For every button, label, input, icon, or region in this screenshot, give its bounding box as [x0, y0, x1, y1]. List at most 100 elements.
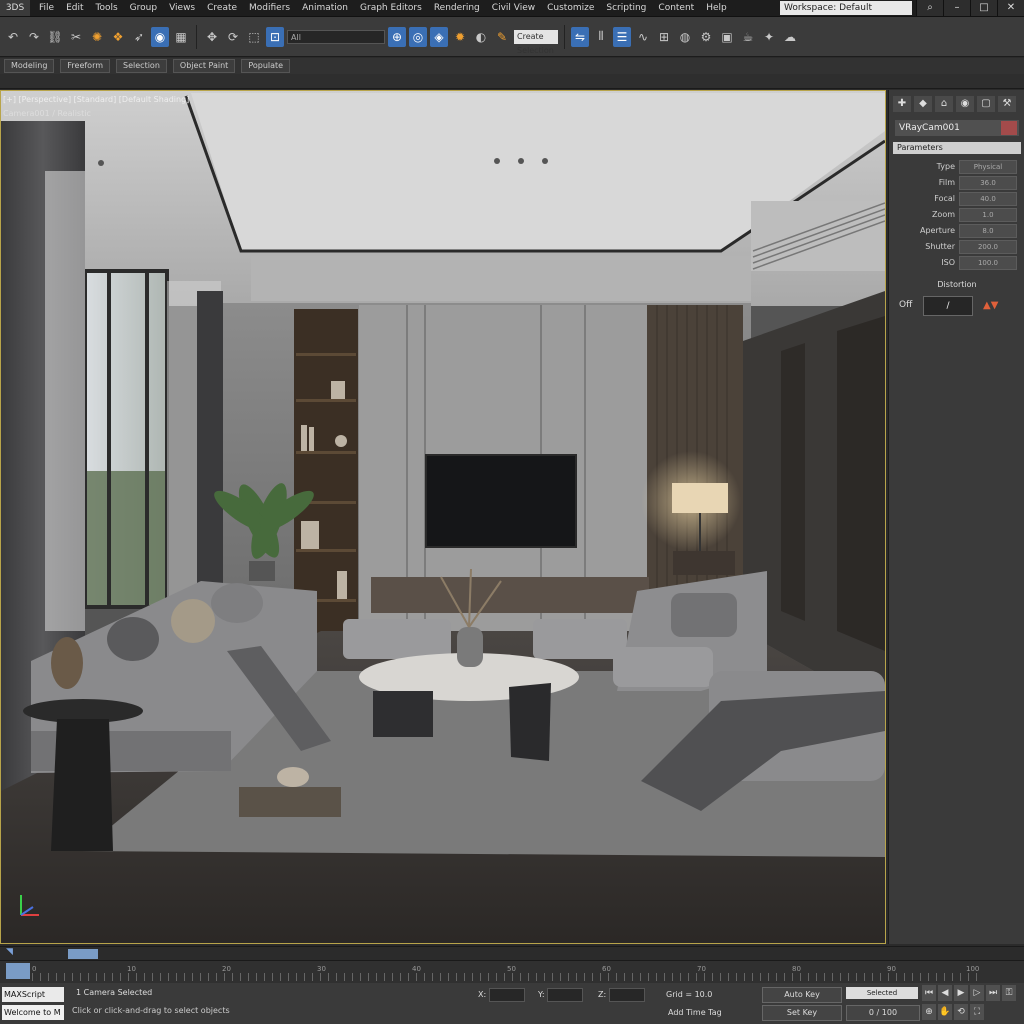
ribbon-tab-freeform[interactable]: Freeform — [60, 59, 111, 73]
set-key-button[interactable]: Set Key — [762, 1005, 842, 1021]
move-icon[interactable]: ✥ — [203, 27, 221, 47]
menu-item-civil-view[interactable]: Civil View — [487, 0, 540, 16]
param-value[interactable]: Physical — [959, 160, 1017, 174]
z-coordinate-field[interactable] — [608, 987, 645, 1002]
schematic-view-icon[interactable]: ⊞ — [655, 27, 673, 47]
hierarchy-icon[interactable]: ⌂ — [935, 96, 953, 112]
selection-filter-dropdown[interactable]: All — [287, 29, 385, 44]
spinner-snap-icon[interactable]: ◐ — [472, 27, 490, 47]
time-slider[interactable]: ◥ — [0, 946, 1024, 961]
mirror-icon[interactable]: ⇋ — [571, 26, 589, 47]
render-setup-icon[interactable]: ⚙ — [697, 27, 715, 47]
rollout-header[interactable]: Parameters — [893, 142, 1021, 154]
current-frame-field[interactable]: 0 / 100 — [846, 1005, 920, 1021]
play-icon[interactable]: ▶ — [954, 985, 968, 1001]
maxscript-mini-listener[interactable]: Welcome to M — [2, 1005, 64, 1020]
spinner-arrows-icon[interactable]: ▲▼ — [983, 300, 998, 311]
bind-space-warp-icon[interactable]: ✺ — [88, 27, 106, 47]
utilities-icon[interactable]: ⚒ — [998, 96, 1016, 112]
redo-icon[interactable]: ↷ — [25, 27, 43, 47]
param-value[interactable]: 200.0 — [959, 240, 1017, 254]
placement-icon[interactable]: ⊡ — [266, 26, 284, 47]
maximize-viewport-icon[interactable]: ⛶ — [970, 1004, 984, 1020]
ribbon-tab-object-paint[interactable]: Object Paint — [172, 59, 236, 73]
menu-item-tools[interactable]: Tools — [91, 0, 123, 16]
close-icon[interactable]: ✕ — [997, 0, 1024, 16]
modify-icon[interactable]: ◆ — [914, 96, 932, 112]
select-by-name-icon[interactable]: ◉ — [151, 26, 169, 47]
selection-icon[interactable]: ❖ — [109, 27, 127, 47]
render-iterative-icon[interactable]: ✦ — [760, 27, 778, 47]
y-coordinate-field[interactable] — [547, 987, 584, 1002]
key-mode-icon[interactable]: ⚿ — [1002, 985, 1016, 1001]
curve-editor-icon[interactable]: ∿ — [634, 27, 652, 47]
pan-icon[interactable]: ✋ — [938, 1004, 952, 1020]
x-coordinate-field[interactable] — [488, 987, 525, 1002]
next-frame-icon[interactable]: ▷ — [970, 985, 984, 1001]
menu-item-content[interactable]: Content — [653, 0, 699, 16]
app-title[interactable]: 3DS — [0, 0, 30, 16]
key-filter-dropdown[interactable]: Selected — [846, 987, 918, 999]
zoom-icon[interactable]: ⊕ — [922, 1004, 936, 1020]
rotate-icon[interactable]: ⟳ — [224, 27, 242, 47]
undo-icon[interactable]: ↶ — [4, 27, 22, 47]
align-icon[interactable]: ⫴ — [592, 27, 610, 47]
time-slider-thumb[interactable] — [68, 949, 98, 959]
param-value[interactable]: 40.0 — [959, 192, 1017, 206]
menu-item-modifiers[interactable]: Modifiers — [244, 0, 295, 16]
param-value[interactable]: 8.0 — [959, 224, 1017, 238]
create-icon[interactable]: ✚ — [893, 96, 911, 112]
param-value[interactable]: 100.0 — [959, 256, 1017, 270]
maxscript-listener[interactable]: MAXScript — [2, 987, 64, 1002]
trackbar[interactable]: 0 10 20 30 40 50 60 70 80 90 100 — [0, 960, 1024, 984]
menu-item-animation[interactable]: Animation — [297, 0, 353, 16]
viewport-label[interactable]: [+] [Perspective] [Standard] [Default Sh… — [3, 95, 189, 104]
pivot-icon[interactable]: ⊕ — [388, 26, 406, 47]
material-editor-icon[interactable]: ◍ — [676, 27, 694, 47]
param-value[interactable]: 1.0 — [959, 208, 1017, 222]
angle-snap-icon[interactable]: ◈ — [430, 26, 448, 47]
menu-item-edit[interactable]: Edit — [61, 0, 88, 16]
previous-frame-icon[interactable]: ◀ — [938, 985, 952, 1001]
link-icon[interactable]: ⛓ — [46, 27, 64, 47]
menu-item-group[interactable]: Group — [125, 0, 162, 16]
rect-selection-icon[interactable]: ▦ — [172, 27, 190, 47]
menu-item-scripting[interactable]: Scripting — [601, 0, 651, 16]
named-selection-set-field[interactable]: Create Selection Set — [514, 29, 558, 69]
display-icon[interactable]: ▢ — [977, 96, 995, 112]
go-to-end-icon[interactable]: ⏭ — [986, 985, 1000, 1001]
trackbar-start-button[interactable] — [6, 963, 30, 979]
perspective-viewport[interactable]: [+] [Perspective] [Standard] [Default Sh… — [0, 90, 886, 944]
orbit-icon[interactable]: ⟲ — [954, 1004, 968, 1020]
menu-item-create[interactable]: Create — [202, 0, 242, 16]
menu-item-customize[interactable]: Customize — [542, 0, 599, 16]
ribbon-tab-populate[interactable]: Populate — [241, 59, 291, 73]
menu-item-file[interactable]: File — [34, 0, 59, 16]
workspace-selector[interactable]: Workspace: Default — [780, 1, 912, 15]
spinner-field[interactable]: / — [923, 296, 973, 316]
minimize-icon[interactable]: – — [943, 0, 970, 16]
menu-item-rendering[interactable]: Rendering — [429, 0, 485, 16]
axis-gizmo[interactable] — [13, 889, 43, 919]
add-time-tag[interactable]: Add Time Tag — [668, 1005, 722, 1021]
auto-key-button[interactable]: Auto Key — [762, 987, 842, 1003]
render-production-icon[interactable]: ☕ — [739, 27, 757, 47]
render-cloud-icon[interactable]: ☁ — [781, 27, 799, 47]
layer-explorer-icon[interactable]: ☰ — [613, 26, 631, 47]
percent-snap-icon[interactable]: ✹ — [451, 27, 469, 47]
viewport-sublabel[interactable]: Camera001 / Realistic — [3, 109, 91, 118]
motion-icon[interactable]: ◉ — [956, 96, 974, 112]
edit-named-sets-icon[interactable]: ✎ — [493, 27, 511, 47]
ribbon-tab-selection[interactable]: Selection — [116, 59, 167, 73]
menu-item-help[interactable]: Help — [701, 0, 732, 16]
param-value[interactable]: 36.0 — [959, 176, 1017, 190]
rendered-frame-icon[interactable]: ▣ — [718, 27, 736, 47]
maximize-icon[interactable]: □ — [970, 0, 997, 16]
object-color-swatch[interactable] — [1001, 121, 1017, 135]
snap-toggle-icon[interactable]: ◎ — [409, 26, 427, 47]
time-slider-toggle-icon[interactable]: ◥ — [6, 947, 13, 957]
scale-icon[interactable]: ⬚ — [245, 27, 263, 47]
unlink-icon[interactable]: ✂ — [67, 27, 85, 47]
search-icon[interactable]: ⌕ — [916, 0, 943, 16]
menu-item-graph-editors[interactable]: Graph Editors — [355, 0, 427, 16]
